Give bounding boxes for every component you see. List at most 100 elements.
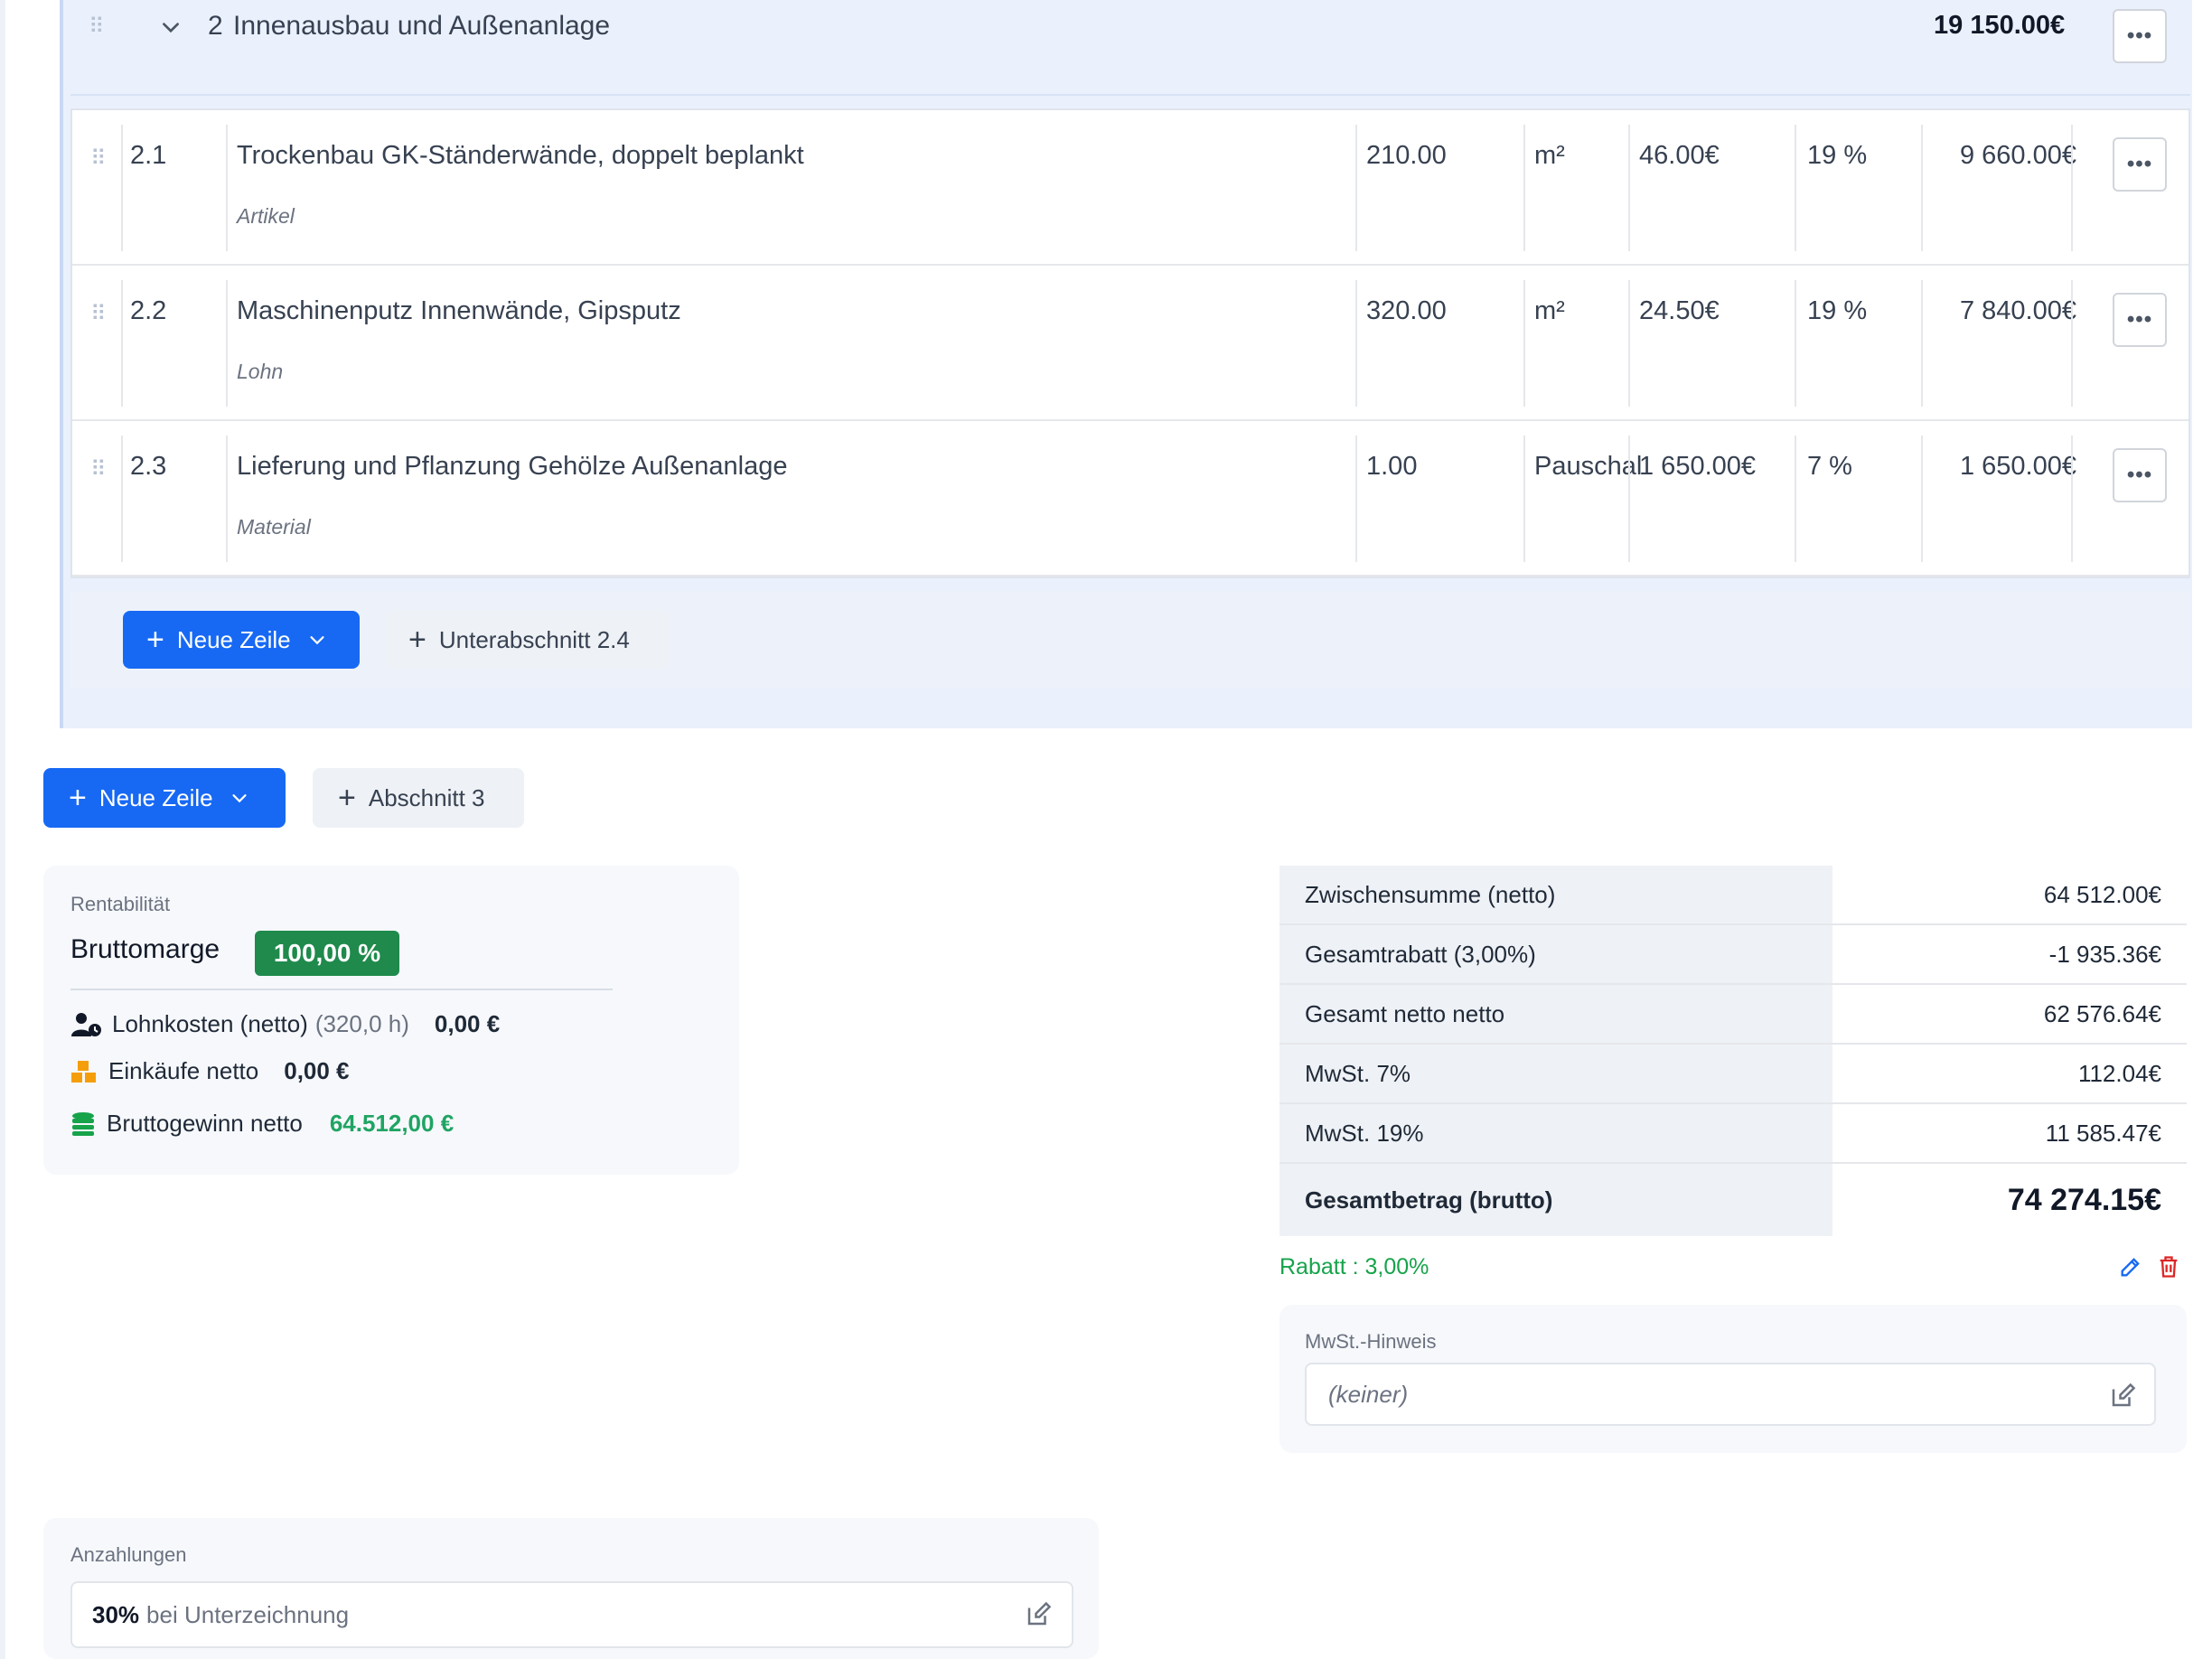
chevron-down-icon — [310, 636, 324, 645]
discount-label: Gesamtrabatt (3,00%) — [1279, 925, 1832, 983]
deposits-card: Anzahlungen 30% bei Unterzeichnung — [43, 1518, 1099, 1659]
plus-icon: + — [408, 623, 426, 657]
row-name[interactable]: Maschinenputz Innenwände, Gipsputz — [237, 296, 681, 326]
subsection-label: Unterabschnitt 2.4 — [438, 625, 630, 653]
more-icon: ••• — [2126, 23, 2153, 48]
purchases-row: Einkäufe netto 0,00 € — [70, 1057, 350, 1085]
row-more-button[interactable]: ••• — [2113, 448, 2167, 502]
drag-handle-icon[interactable]: ⠿ — [90, 304, 107, 325]
subtotal-label: Zwischensumme (netto) — [1279, 866, 1832, 923]
gross-row: Gesamtbetrag (brutto) 74 274.15€ — [1279, 1164, 2187, 1236]
section-number: 2 — [208, 11, 223, 41]
vat-note-value: (keiner) — [1328, 1380, 1409, 1408]
row-total: 7 840.00€ — [1959, 296, 2076, 325]
subtotal-row: Zwischensumme (netto) 64 512.00€ — [1279, 866, 2187, 925]
row-name[interactable]: Lieferung und Pflanzung Gehölze Außenanl… — [237, 452, 787, 482]
row-vat[interactable]: 19 % — [1807, 296, 1867, 326]
row-quantity[interactable]: 210.00 — [1366, 141, 1447, 171]
row-more-button[interactable]: ••• — [2113, 137, 2167, 192]
plus-icon: + — [338, 781, 356, 815]
row-vat[interactable]: 7 % — [1807, 452, 1852, 482]
vat7-row: MwSt. 7% 112.04€ — [1279, 1045, 2187, 1104]
row-quantity[interactable]: 1.00 — [1366, 452, 1417, 482]
deposits-field[interactable]: 30% bei Unterzeichnung — [70, 1581, 1073, 1648]
edit-icon[interactable] — [2109, 1382, 2136, 1410]
new-line-label: Neue Zeile — [98, 783, 213, 811]
chevron-down-icon — [232, 794, 247, 803]
row-total: 9 660.00€ — [1959, 141, 2076, 170]
row-name[interactable]: Trockenbau GK-Ständerwände, doppelt bepl… — [237, 141, 804, 171]
drag-handle-icon[interactable]: ⠿ — [89, 16, 105, 38]
vat-note-title: MwSt.-Hinweis — [1305, 1330, 1437, 1353]
margin-label: Bruttomarge — [70, 934, 220, 964]
chevron-down-icon[interactable] — [159, 16, 183, 40]
plus-icon: + — [69, 781, 87, 815]
row-vat[interactable]: 19 % — [1807, 141, 1867, 171]
drag-handle-icon[interactable]: ⠿ — [90, 459, 107, 481]
table-row[interactable]: ⠿ 2.1 Trockenbau GK-Ständerwände, doppel… — [72, 110, 2189, 266]
net-row: Gesamt netto netto 62 576.64€ — [1279, 985, 2187, 1045]
more-icon: ••• — [2126, 152, 2153, 176]
profit-value: 64.512,00 € — [329, 1110, 455, 1137]
section-total: 19 150.00€ — [1934, 11, 2066, 40]
line-items-table: ⠿ 2.1 Trockenbau GK-Ständerwände, doppel… — [70, 108, 2190, 578]
row-price[interactable]: 46.00€ — [1639, 141, 1720, 171]
deposit-text: bei Unterzeichnung — [146, 1600, 350, 1628]
divider — [70, 989, 613, 990]
discount-row: Gesamtrabatt (3,00%) -1 935.36€ — [1279, 925, 2187, 985]
left-sidebar-edge — [0, 0, 5, 1659]
new-line-button-bottom[interactable]: + Neue Zeile — [43, 768, 286, 828]
row-price[interactable]: 1 650.00€ — [1639, 452, 1756, 482]
labor-cost-row: Lohnkosten (netto) (320,0 h) 0,00 € — [70, 1010, 500, 1038]
gross-label: Gesamtbetrag (brutto) — [1279, 1164, 1832, 1236]
trash-icon[interactable] — [2156, 1254, 2181, 1279]
table-row[interactable]: ⠿ 2.2 Maschinenputz Innenwände, Gipsputz… — [72, 266, 2189, 421]
add-subsection-button[interactable]: + Unterabschnitt 2.4 — [387, 611, 669, 669]
user-clock-icon — [71, 1012, 101, 1036]
deposits-title: Anzahlungen — [70, 1543, 187, 1566]
net-label: Gesamt netto netto — [1279, 985, 1832, 1043]
row-position: 2.3 — [130, 452, 167, 481]
row-unit[interactable]: m² — [1534, 296, 1565, 326]
new-line-label: Neue Zeile — [176, 625, 291, 653]
row-unit[interactable]: m² — [1534, 141, 1565, 171]
net-value: 62 576.64€ — [2043, 999, 2161, 1027]
vat19-value: 11 585.47€ — [2045, 1119, 2161, 1147]
labor-hours: (320,0 h) — [314, 1010, 409, 1037]
section-divider — [70, 94, 2190, 96]
vat7-label: MwSt. 7% — [1279, 1045, 1832, 1102]
add-section-button[interactable]: + Abschnitt 3 — [313, 768, 524, 828]
pencil-icon[interactable] — [2118, 1254, 2143, 1279]
gross-value: 74 274.15€ — [2007, 1182, 2161, 1217]
row-type: Artikel — [237, 204, 295, 228]
discount-info: Rabatt : 3,00% — [1279, 1254, 1429, 1279]
more-icon: ••• — [2126, 307, 2153, 332]
vat19-row: MwSt. 19% 11 585.47€ — [1279, 1104, 2187, 1164]
table-row[interactable]: ⠿ 2.3 Lieferung und Pflanzung Gehölze Au… — [72, 421, 2189, 576]
section-more-button[interactable]: ••• — [2113, 9, 2167, 63]
drag-handle-icon[interactable]: ⠿ — [90, 148, 107, 170]
vat-note-field[interactable]: (keiner) — [1305, 1363, 2156, 1426]
row-quantity[interactable]: 320.00 — [1366, 296, 1447, 326]
profitability-title: Rentabilität — [70, 893, 171, 915]
profit-label: Bruttogewinn netto — [107, 1110, 303, 1137]
new-line-button[interactable]: + Neue Zeile — [123, 611, 360, 669]
section-label: Abschnitt 3 — [368, 783, 485, 811]
row-unit[interactable]: Pauschal — [1534, 452, 1642, 482]
gross-profit-row: Bruttogewinn netto 64.512,00 € — [70, 1110, 454, 1138]
row-type: Material — [237, 515, 311, 539]
deposit-percent: 30% — [92, 1600, 140, 1628]
boxes-icon — [71, 1060, 96, 1083]
discount-value: -1 935.36€ — [2048, 940, 2161, 968]
vat7-value: 112.04€ — [2077, 1059, 2161, 1087]
row-price[interactable]: 24.50€ — [1639, 296, 1720, 326]
row-more-button[interactable]: ••• — [2113, 293, 2167, 347]
section-title[interactable]: Innenausbau und Außenanlage — [233, 11, 610, 42]
edit-icon[interactable] — [1025, 1601, 1052, 1628]
labor-value: 0,00 € — [434, 1010, 501, 1037]
vat19-label: MwSt. 19% — [1279, 1104, 1832, 1162]
labor-label: Lohnkosten (netto) — [112, 1010, 308, 1037]
more-icon: ••• — [2126, 463, 2153, 487]
coins-icon — [72, 1111, 94, 1136]
profitability-card: Rentabilität Bruttomarge 100,00 % Lohnko… — [43, 866, 739, 1175]
